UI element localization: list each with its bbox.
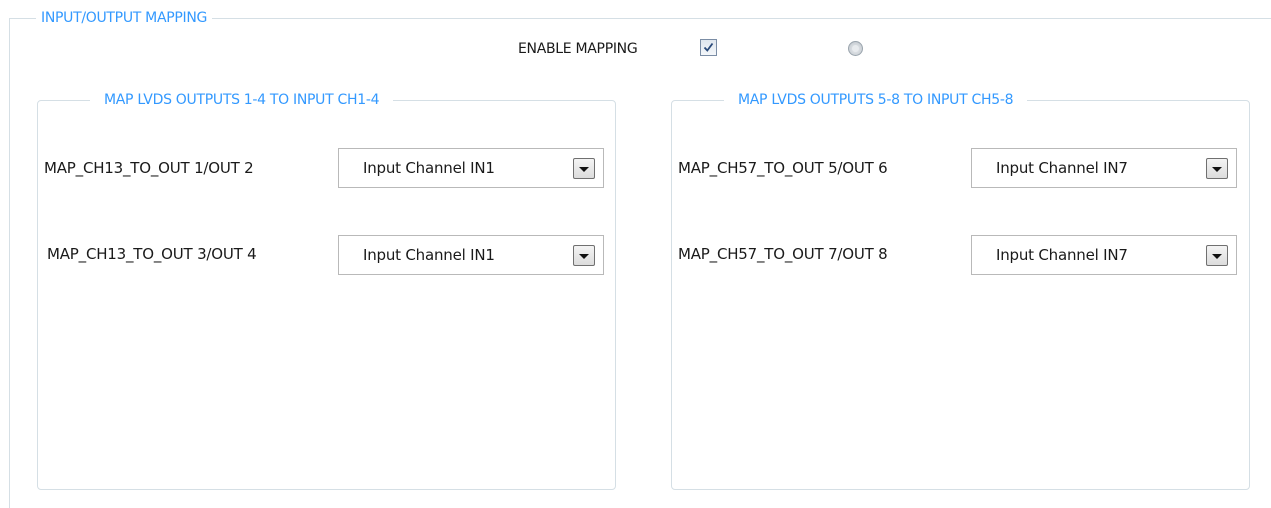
panel-title: INPUT/OUTPUT MAPPING	[36, 8, 213, 28]
map-ch57-out56-value: Input Channel IN7	[996, 159, 1128, 177]
chevron-down-icon[interactable]	[1206, 158, 1228, 179]
panel-border-left	[9, 18, 10, 508]
group-title-1-4: MAP LVDS OUTPUTS 1-4 TO INPUT CH1-4	[90, 90, 394, 110]
status-indicator-radio[interactable]	[848, 41, 863, 56]
chevron-down-icon[interactable]	[573, 245, 595, 266]
map-ch57-out78-label: MAP_CH57_TO_OUT 7/OUT 8	[678, 245, 888, 263]
group-title-5-8: MAP LVDS OUTPUTS 5-8 TO INPUT CH5-8	[724, 90, 1028, 110]
enable-mapping-label: ENABLE MAPPING	[518, 41, 638, 57]
map-ch57-out78-value: Input Channel IN7	[996, 246, 1128, 264]
map-ch13-out12-label: MAP_CH13_TO_OUT 1/OUT 2	[44, 159, 254, 177]
map-ch57-out56-label: MAP_CH57_TO_OUT 5/OUT 6	[678, 159, 888, 177]
map-ch13-out34-select[interactable]: Input Channel IN1	[338, 235, 604, 275]
input-output-mapping-panel: INPUT/OUTPUT MAPPING ENABLE MAPPING MAP …	[0, 0, 1271, 508]
chevron-down-icon[interactable]	[573, 158, 595, 179]
chevron-down-icon[interactable]	[1206, 245, 1228, 266]
checkmark-icon	[703, 42, 714, 52]
map-ch13-out34-label: MAP_CH13_TO_OUT 3/OUT 4	[47, 245, 257, 263]
map-ch13-out34-value: Input Channel IN1	[363, 246, 495, 264]
enable-mapping-checkbox[interactable]	[700, 39, 717, 56]
map-ch57-out56-select[interactable]: Input Channel IN7	[971, 148, 1237, 188]
map-ch57-out78-select[interactable]: Input Channel IN7	[971, 235, 1237, 275]
map-ch13-out12-value: Input Channel IN1	[363, 159, 495, 177]
map-ch13-out12-select[interactable]: Input Channel IN1	[338, 148, 604, 188]
